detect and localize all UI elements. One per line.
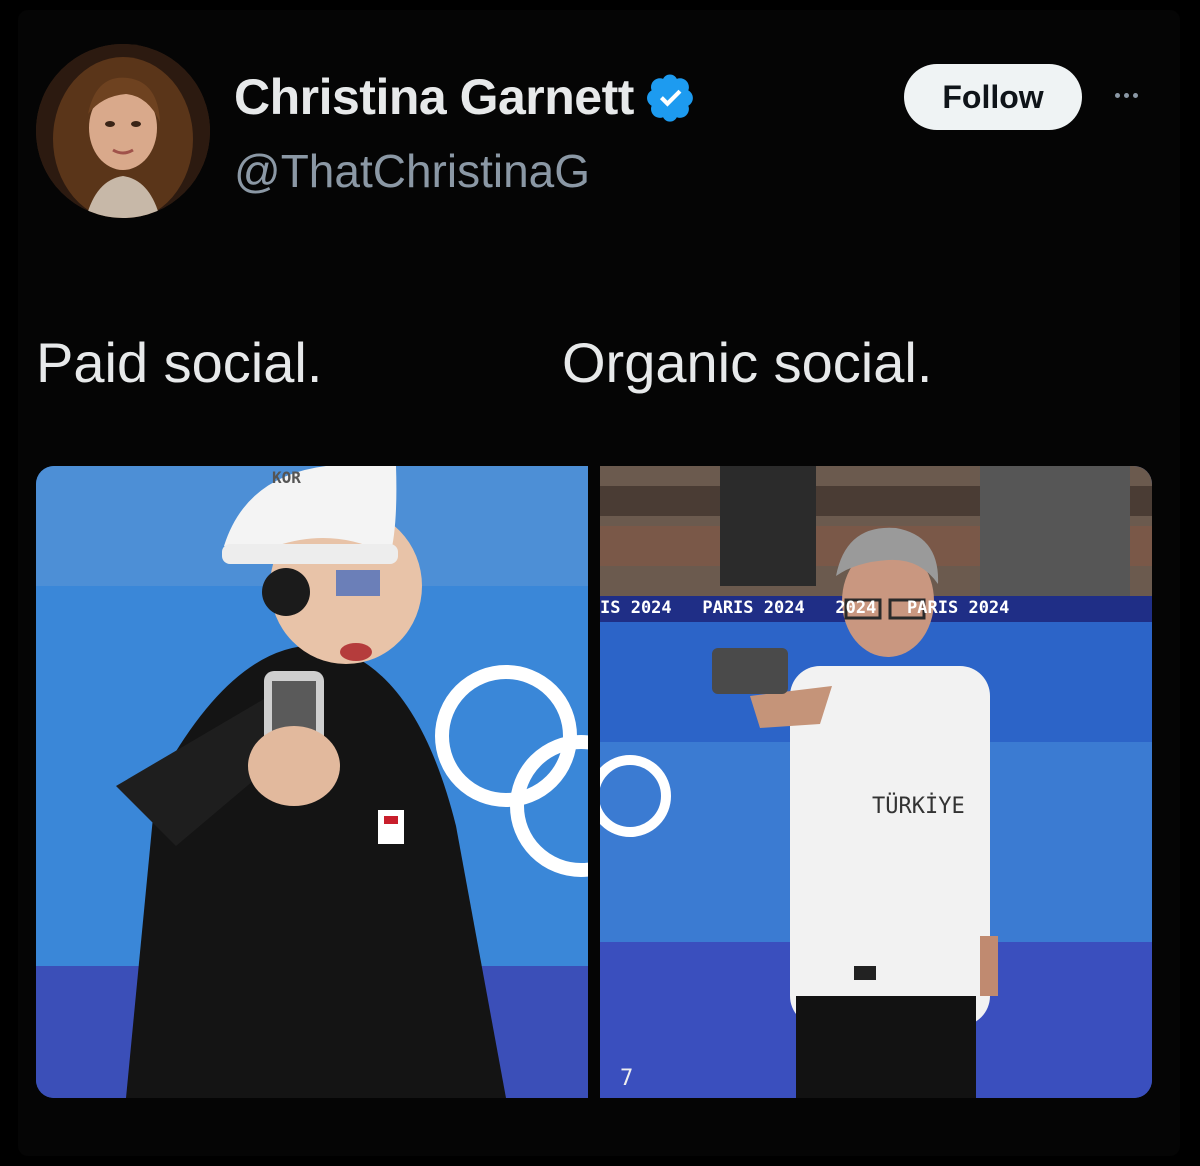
more-dot [1123, 92, 1129, 98]
follow-button[interactable]: Follow [904, 64, 1082, 130]
author-avatar[interactable] [36, 44, 210, 218]
verified-badge-icon [646, 74, 693, 122]
more-dot [1132, 92, 1138, 98]
banner-text: IS 2024 PARIS 2024 2024 PARIS 2024 [600, 598, 1010, 618]
author-handle[interactable]: @ThatChristinaG [234, 144, 590, 198]
caption-paid-social: Paid social. [36, 331, 323, 394]
avatar-portrait [36, 44, 210, 218]
author-name-row: Christina Garnett [234, 64, 696, 130]
author-name[interactable]: Christina Garnett [234, 68, 634, 126]
lane-number: 7 [620, 1066, 634, 1091]
shooter-image-left [36, 466, 588, 1098]
photo-left-shooter[interactable]: KOR [36, 466, 588, 1098]
cap-text: KOR [272, 468, 301, 487]
shirt-text: TÜRKİYE [872, 794, 965, 819]
more-dot [1114, 92, 1120, 98]
caption-organic-social: Organic social. [562, 331, 933, 394]
more-options-icon[interactable] [1104, 80, 1148, 110]
shooter-image-right [600, 466, 1152, 1098]
photo-right-shooter[interactable]: IS 2024 PARIS 2024 2024 PARIS 2024 TÜRKİ… [600, 466, 1152, 1098]
